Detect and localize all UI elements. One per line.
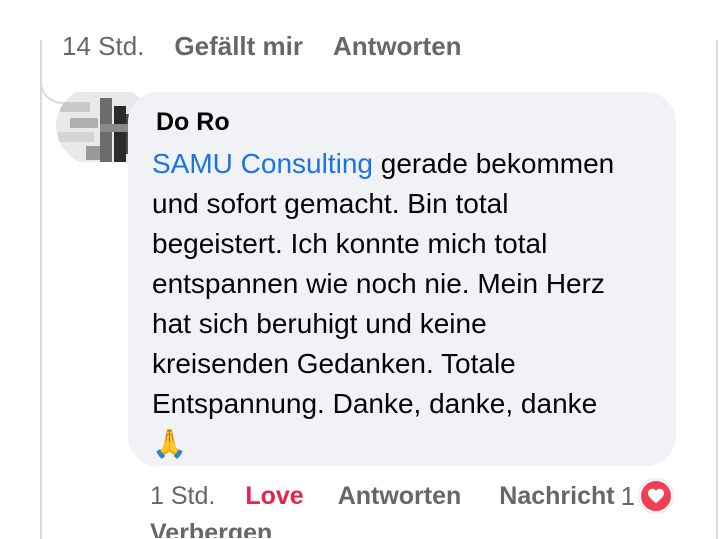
previous-comment-time[interactable]: 14 Std. xyxy=(62,31,144,62)
comment-line-6: kreisenden Gedanken. Totale xyxy=(152,348,516,379)
previous-comment-footer: 14 Std. Gefällt mir Antworten xyxy=(62,26,462,66)
comment-line-2: und sofort gemacht. Bin total xyxy=(152,188,509,219)
comment-line-3: begeistert. Ich konnte mich total xyxy=(152,228,548,259)
reply-button[interactable]: Antworten xyxy=(338,482,462,511)
comment-line-5: hat sich beruhigt und keine xyxy=(152,308,487,339)
comment-line-7: Entspannung. Danke, danke, danke xyxy=(152,388,598,419)
hide-button[interactable]: Verbergen xyxy=(150,516,710,538)
mention-link[interactable]: SAMU Consulting xyxy=(152,148,373,179)
comment-line-1-text: gerade bekommen xyxy=(372,148,615,179)
comment-time[interactable]: 1 Std. xyxy=(150,482,215,511)
thread-connector-line-right xyxy=(716,40,718,539)
love-reaction-button[interactable]: Love xyxy=(245,482,303,511)
reply-button[interactable]: Antworten xyxy=(333,31,462,62)
like-button[interactable]: Gefällt mir xyxy=(174,31,303,62)
comment-author[interactable]: Do Ro xyxy=(156,108,230,137)
comment-text: SAMU Consulting gerade bekommen und sofo… xyxy=(152,144,662,464)
heart-icon[interactable] xyxy=(639,479,674,513)
reaction-count[interactable]: 1 xyxy=(621,481,635,512)
thread-connector-line xyxy=(40,40,42,539)
comment-line-1: SAMU Consulting gerade bekommen xyxy=(152,144,662,184)
comment-line-4: entspannen wie noch nie. Mein Herz xyxy=(152,268,605,299)
folded-hands-icon: 🙏 xyxy=(152,428,187,459)
comment-footer: 1 Std. Love Antworten Nachricht 1 Verber… xyxy=(150,478,710,538)
message-button[interactable]: Nachricht xyxy=(499,482,614,511)
